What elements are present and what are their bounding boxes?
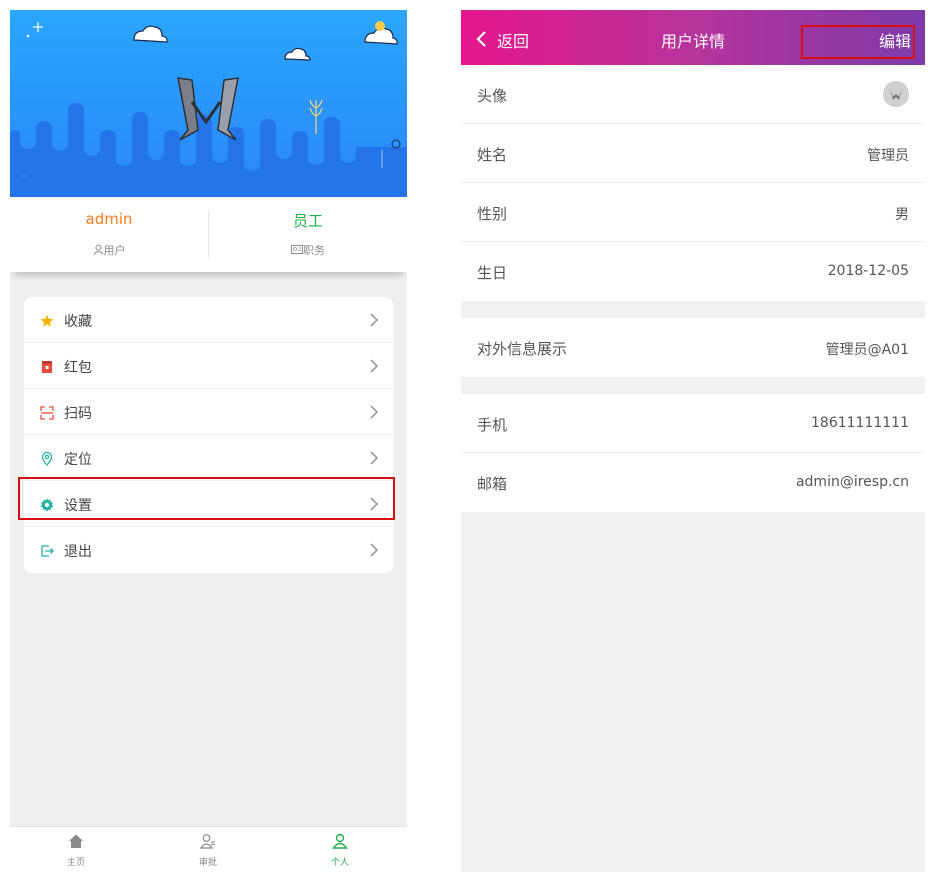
row-value: 管理员@A01 xyxy=(825,342,909,358)
star-icon xyxy=(40,313,54,327)
chevron-right-icon xyxy=(369,496,379,512)
menu-item-scan[interactable]: 扫码 xyxy=(24,389,393,435)
logout-icon xyxy=(40,543,54,557)
person-icon xyxy=(332,833,348,849)
row-gender[interactable]: 性别 男 xyxy=(461,183,925,242)
tab-home[interactable]: 主页 xyxy=(10,827,142,872)
id-card-icon xyxy=(291,244,303,255)
menu-item-label: 设置 xyxy=(64,498,92,514)
profile-role: 员工 xyxy=(292,212,323,230)
tab-label: 主页 xyxy=(66,858,85,868)
scan-icon xyxy=(40,405,54,420)
menu-item-settings[interactable]: 设置 xyxy=(24,481,393,527)
gear-icon xyxy=(40,497,54,512)
profile-hero-banner xyxy=(10,10,407,197)
profile-username-block[interactable]: admin 用户 xyxy=(10,197,208,272)
row-label: 手机 xyxy=(477,416,508,434)
chevron-right-icon xyxy=(369,404,379,420)
menu-item-location[interactable]: 定位 xyxy=(24,435,393,481)
menu-item-label: 定位 xyxy=(64,452,92,468)
location-icon xyxy=(40,451,54,466)
tab-label: 个人 xyxy=(330,858,349,868)
page-title: 用户详情 xyxy=(660,32,725,51)
profile-role-caption: 职务 xyxy=(209,242,407,258)
nav-bar: 返回 用户详情 编辑 xyxy=(461,10,925,65)
chevron-right-icon xyxy=(369,358,379,374)
user-icon xyxy=(93,244,104,255)
row-value: 管理员 xyxy=(867,148,909,164)
row-name[interactable]: 姓名 管理员 xyxy=(461,124,925,183)
hero-illustration xyxy=(10,21,407,197)
row-value: 18611111111 xyxy=(811,415,909,431)
external-info-section: 对外信息展示 管理员@A01 xyxy=(461,318,925,377)
chevron-right-icon xyxy=(369,450,379,466)
menu-item-red-packet[interactable]: 红包 xyxy=(24,343,393,389)
row-label: 头像 xyxy=(477,87,508,105)
menu-item-label: 红包 xyxy=(64,360,92,376)
home-icon xyxy=(69,834,83,848)
row-value: 2018-12-05 xyxy=(827,263,909,279)
profile-username-caption: 用户 xyxy=(10,242,208,258)
tab-approval[interactable]: 审批 xyxy=(142,827,274,872)
personal-center-screen: admin 用户 员工 职务 收藏 红包 扫码 定位 设置 退出 主页 审批 个… xyxy=(10,10,407,872)
avatar[interactable] xyxy=(883,81,909,107)
row-phone[interactable]: 手机 18611111111 xyxy=(461,394,925,453)
tab-personal[interactable]: 个人 xyxy=(274,827,406,872)
chevron-right-icon xyxy=(369,542,379,558)
menu-item-label: 扫码 xyxy=(64,406,92,422)
basic-info-section: 头像 姓名 管理员 性别 男 生日 2018-12-05 xyxy=(461,65,925,301)
profile-summary: admin 用户 员工 职务 xyxy=(10,197,407,272)
row-label: 邮箱 xyxy=(477,475,508,493)
row-label: 对外信息展示 xyxy=(477,340,568,358)
profile-username: admin xyxy=(85,210,133,228)
contact-section: 手机 18611111111 邮箱 admin@iresp.cn xyxy=(461,394,925,512)
menu-card: 收藏 红包 扫码 定位 设置 退出 xyxy=(24,297,393,573)
chevron-right-icon xyxy=(369,312,379,328)
row-birthday[interactable]: 生日 2018-12-05 xyxy=(461,242,925,301)
row-external-display[interactable]: 对外信息展示 管理员@A01 xyxy=(461,318,925,377)
user-detail-screen: 返回 用户详情 编辑 头像 姓名 管理员 性别 男 生日 2018-12-05 … xyxy=(461,10,925,872)
menu-item-label: 退出 xyxy=(64,544,92,560)
menu-item-label: 收藏 xyxy=(64,314,92,330)
row-value: 男 xyxy=(895,207,909,223)
tab-label: 审批 xyxy=(198,858,217,868)
row-email[interactable]: 邮箱 admin@iresp.cn xyxy=(461,453,925,512)
row-avatar[interactable]: 头像 xyxy=(461,65,925,124)
profile-role-block[interactable]: 员工 职务 xyxy=(209,197,407,272)
edit-button[interactable]: 编辑 xyxy=(879,28,911,52)
menu-item-favorites[interactable]: 收藏 xyxy=(24,297,393,343)
row-label: 姓名 xyxy=(477,146,508,164)
bottom-tab-bar: 主页 审批 个人 xyxy=(10,826,407,872)
menu-item-logout[interactable]: 退出 xyxy=(24,527,393,573)
approval-icon xyxy=(200,834,215,849)
row-value: admin@iresp.cn xyxy=(795,474,909,490)
row-label: 性别 xyxy=(477,205,508,223)
red-packet-icon xyxy=(40,359,54,373)
row-label: 生日 xyxy=(477,264,508,282)
